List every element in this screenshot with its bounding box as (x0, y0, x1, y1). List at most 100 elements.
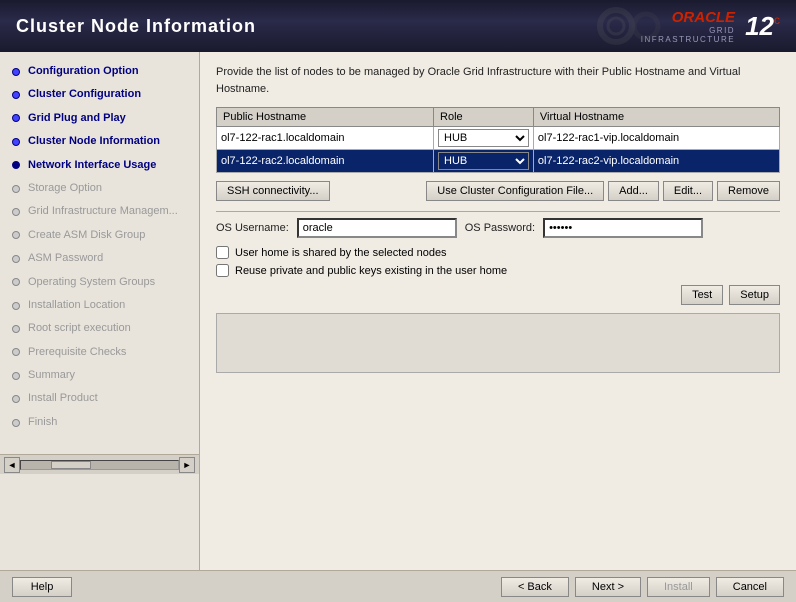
sidebar-bullet-config-option (12, 68, 20, 76)
sidebar-label-config-option: Configuration Option (28, 64, 139, 79)
node-table: Public Hostname Role Virtual Hostname ol… (216, 107, 780, 173)
gear-decoration (586, 4, 666, 51)
os-username-input[interactable] (297, 218, 457, 238)
sidebar-item-os-groups: Operating System Groups (0, 271, 199, 294)
version-number: 12 (745, 13, 774, 39)
sidebar-bullet-os-groups (12, 278, 20, 286)
role-select-2[interactable]: HUB LEAF (438, 152, 529, 170)
sidebar-item-cluster-node-info[interactable]: Cluster Node Information (0, 130, 199, 153)
scroll-thumb[interactable] (51, 461, 91, 469)
add-button[interactable]: Add... (608, 181, 659, 201)
remove-button[interactable]: Remove (717, 181, 780, 201)
content-description: Provide the list of nodes to be managed … (216, 64, 780, 97)
sidebar-label-asm-pw: ASM Password (28, 251, 103, 266)
sidebar-scrollbar[interactable]: ◄ ► (0, 454, 199, 474)
checkbox-row-2: Reuse private and public keys existing i… (216, 264, 780, 277)
section-divider (216, 211, 780, 212)
os-username-label: OS Username: (216, 222, 289, 234)
reuse-keys-label: Reuse private and public keys existing i… (235, 265, 507, 277)
sidebar-bullet-install-loc (12, 302, 20, 310)
sidebar-item-network-interface[interactable]: Network Interface Usage (0, 154, 199, 177)
scroll-left-arrow[interactable]: ◄ (4, 457, 20, 473)
sidebar-item-storage-option: Storage Option (0, 177, 199, 200)
sidebar-label-finish: Finish (28, 415, 57, 430)
sidebar-bullet-grid-plug (12, 114, 20, 122)
table-button-row: SSH connectivity... Use Cluster Configur… (216, 181, 780, 201)
test-setup-row: Test Setup (216, 285, 780, 305)
sidebar-label-install-loc: Installation Location (28, 298, 125, 313)
sidebar-bullet-storage (12, 185, 20, 193)
sidebar-bullet-prereq (12, 348, 20, 356)
footer: Help < Back Next > Install Cancel (0, 570, 796, 602)
sidebar-item-install-product: Install Product (0, 387, 199, 410)
os-password-input[interactable] (543, 218, 703, 238)
table-row[interactable]: ol7-122-rac2.localdomain HUB LEAF ol7-12… (217, 150, 780, 173)
sidebar-item-config-option[interactable]: Configuration Option (0, 60, 199, 83)
help-button[interactable]: Help (12, 577, 72, 597)
grid-label: GRID (709, 26, 735, 35)
sidebar-label-os-groups: Operating System Groups (28, 275, 155, 290)
setup-button[interactable]: Setup (729, 285, 780, 305)
sidebar-bullet-cluster-config (12, 91, 20, 99)
role-2[interactable]: HUB LEAF (434, 150, 534, 173)
edit-button[interactable]: Edit... (663, 181, 713, 201)
sidebar-label-install-product: Install Product (28, 391, 98, 406)
ssh-connectivity-button[interactable]: SSH connectivity... (216, 181, 330, 201)
main-container: Configuration Option Cluster Configurati… (0, 52, 796, 570)
sidebar-item-prereq: Prerequisite Checks (0, 341, 199, 364)
role-select-1[interactable]: HUB LEAF (438, 129, 529, 147)
public-hostname-1: ol7-122-rac1.localdomain (217, 127, 434, 150)
virtual-hostname-1: ol7-122-rac1-vip.localdomain (533, 127, 779, 150)
sidebar-bullet-create-asm (12, 231, 20, 239)
role-1[interactable]: HUB LEAF (434, 127, 534, 150)
sidebar-bullet-grid-infra (12, 208, 20, 216)
user-home-shared-label: User home is shared by the selected node… (235, 247, 447, 259)
reuse-keys-checkbox[interactable] (216, 264, 229, 277)
footer-nav-buttons: < Back Next > Install Cancel (501, 577, 784, 597)
back-button[interactable]: < Back (501, 577, 569, 597)
user-home-shared-checkbox[interactable] (216, 246, 229, 259)
use-cluster-config-button[interactable]: Use Cluster Configuration File... (426, 181, 604, 201)
sidebar-label-grid-plug: Grid Plug and Play (28, 111, 126, 126)
virtual-hostname-2: ol7-122-rac2-vip.localdomain (533, 150, 779, 173)
sidebar-label-create-asm: Create ASM Disk Group (28, 228, 145, 243)
scroll-right-arrow[interactable]: ► (179, 457, 195, 473)
checkbox-row-1: User home is shared by the selected node… (216, 246, 780, 259)
next-button[interactable]: Next > (575, 577, 641, 597)
table-row[interactable]: ol7-122-rac1.localdomain HUB LEAF ol7-12… (217, 127, 780, 150)
sidebar-item-asm-password: ASM Password (0, 247, 199, 270)
sidebar-item-create-asm: Create ASM Disk Group (0, 224, 199, 247)
sidebar-label-cluster-node: Cluster Node Information (28, 134, 160, 149)
sidebar-item-install-location: Installation Location (0, 294, 199, 317)
col-public-hostname: Public Hostname (217, 108, 434, 127)
col-virtual-hostname: Virtual Hostname (533, 108, 779, 127)
sidebar-label-network: Network Interface Usage (28, 158, 156, 173)
col-role: Role (434, 108, 534, 127)
sidebar-item-finish: Finish (0, 411, 199, 434)
sidebar: Configuration Option Cluster Configurati… (0, 52, 200, 570)
oracle-brand: ORACLE (672, 9, 735, 26)
sidebar-item-summary: Summary (0, 364, 199, 387)
version-suffix: c (774, 13, 780, 27)
public-hostname-2: ol7-122-rac2.localdomain (217, 150, 434, 173)
sidebar-label-prereq: Prerequisite Checks (28, 345, 126, 360)
sidebar-label-storage: Storage Option (28, 181, 102, 196)
sidebar-bullet-finish (12, 419, 20, 427)
os-credentials-row: OS Username: OS Password: (216, 218, 780, 238)
sidebar-label-summary: Summary (28, 368, 75, 383)
sidebar-label-root-script: Root script execution (28, 321, 131, 336)
sidebar-item-grid-plug-play[interactable]: Grid Plug and Play (0, 107, 199, 130)
content-area: Provide the list of nodes to be managed … (200, 52, 796, 570)
scroll-track[interactable] (20, 460, 179, 470)
sidebar-bullet-root-script (12, 325, 20, 333)
header: Cluster Node Information ORACLE GRID INF… (0, 0, 796, 52)
sidebar-item-grid-infra-mgmt: Grid Infrastructure Managem... (0, 200, 199, 223)
cancel-button[interactable]: Cancel (716, 577, 784, 597)
os-password-label: OS Password: (465, 222, 535, 234)
sidebar-item-root-script: Root script execution (0, 317, 199, 340)
sidebar-item-cluster-config[interactable]: Cluster Configuration (0, 83, 199, 106)
sidebar-bullet-cluster-node (12, 138, 20, 146)
test-button[interactable]: Test (681, 285, 723, 305)
sidebar-bullet-summary (12, 372, 20, 380)
sidebar-label-cluster-config: Cluster Configuration (28, 87, 141, 102)
